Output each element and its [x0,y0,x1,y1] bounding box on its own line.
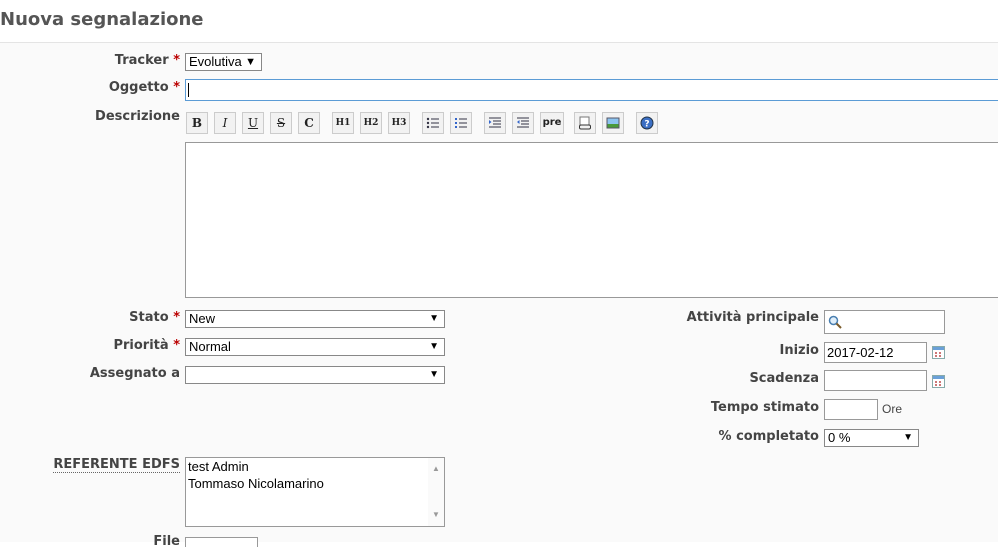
search-icon [828,315,842,329]
assegnato-select[interactable]: ▼ [185,366,445,384]
inizio-label: Inizio [779,343,819,358]
scroll-up-icon[interactable]: ▲ [432,461,440,477]
referente-scrollbar[interactable]: ▲ ▼ [428,458,444,526]
referente-label: REFERENTE EDFS [53,457,180,473]
heading2-button[interactable]: H2 [360,112,382,134]
image-button[interactable] [602,112,624,134]
image-icon [606,117,620,129]
referente-listbox[interactable]: test Admin Tommaso Nicolamarino ▲ ▼ [185,457,445,527]
stato-label: Stato * [129,310,180,325]
inizio-input[interactable]: 2017-02-12 [824,342,927,363]
bold-button[interactable]: B [186,112,208,134]
descrizione-textarea[interactable] [185,142,998,298]
link-button[interactable] [574,112,596,134]
heading3-button[interactable]: H3 [388,112,410,134]
link-icon [579,116,591,130]
descrizione-label: Descrizione [95,109,180,124]
page-title: Nuova segnalazione [0,9,204,30]
stato-select[interactable]: New ▼ [185,310,445,328]
oggetto-label: Oggetto * [108,80,180,95]
italic-button[interactable]: I [214,112,236,134]
tempo-stimato-unit: Ore [882,402,903,416]
underline-button[interactable]: U [242,112,264,134]
tempo-stimato-input[interactable] [824,399,878,420]
oggetto-input[interactable] [185,79,998,101]
file-label: File [153,534,180,549]
indent-button[interactable] [484,112,506,134]
bullet-list-icon [426,117,439,129]
referente-option[interactable]: Tommaso Nicolamarino [186,475,444,492]
scadenza-input[interactable] [824,370,927,391]
help-icon: ? [640,116,654,130]
outdent-icon [517,117,529,128]
tracker-select[interactable]: Evolutiva ▼ [185,53,262,71]
help-button[interactable]: ? [636,112,658,134]
indent-icon [489,117,501,128]
completato-label: % completato [718,429,819,444]
priorita-select[interactable]: Normal ▼ [185,338,445,356]
unordered-list-button[interactable] [422,112,444,134]
ordered-list-button[interactable] [450,112,472,134]
attivita-principale-label: Attività principale [686,310,819,325]
tempo-stimato-label: Tempo stimato [710,400,819,415]
inizio-calendar-icon[interactable] [932,346,945,359]
code-button[interactable]: C [298,112,320,134]
tracker-label: Tracker * [114,53,180,68]
scadenza-label: Scadenza [749,371,819,386]
strikethrough-button[interactable]: S [270,112,292,134]
svg-text:?: ? [644,120,649,130]
file-input[interactable] [185,537,258,547]
heading1-button[interactable]: H1 [332,112,354,134]
assegnato-label: Assegnato a [89,366,180,381]
completato-select[interactable]: 0 % ▼ [824,429,919,447]
referente-option[interactable]: test Admin [186,458,444,475]
priorita-label: Priorità * [113,338,180,353]
numbered-list-icon [455,118,467,128]
outdent-button[interactable] [512,112,534,134]
pre-button[interactable]: pre [540,112,564,134]
scadenza-calendar-icon[interactable] [932,375,945,388]
attivita-principale-input[interactable] [824,310,945,334]
scroll-down-icon[interactable]: ▼ [432,507,440,523]
